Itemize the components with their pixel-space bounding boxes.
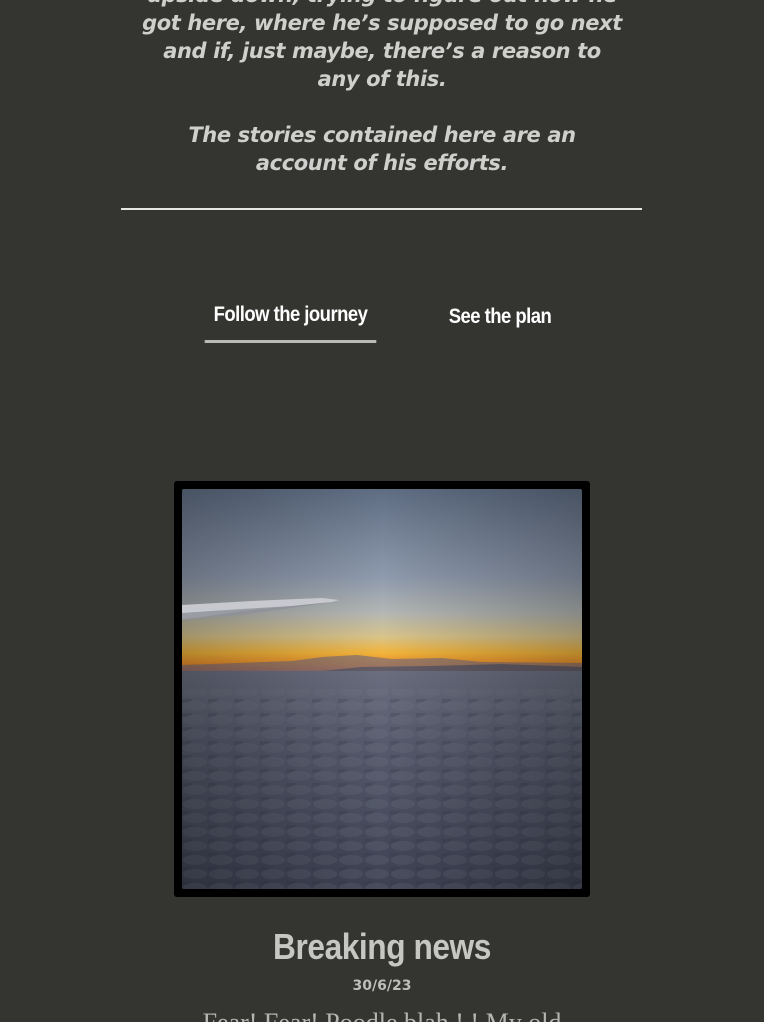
intro-line: any of this.: [317, 67, 447, 91]
content-tabs: Follow the journey See the plan: [0, 296, 764, 346]
intro-line: got here, where he’s supposed to go next: [142, 11, 622, 35]
intro-spacer: [0, 93, 764, 121]
tab-see-the-plan[interactable]: See the plan: [430, 296, 571, 340]
post-image-link[interactable]: [174, 481, 590, 897]
post-image: [182, 489, 582, 889]
intro-line: and if, just maybe, there’s a reason to: [163, 39, 601, 63]
post-date: 30/6/23: [352, 978, 412, 994]
intro-closing-line: The stories contained here are an: [188, 123, 576, 147]
tab-follow-the-journey[interactable]: Follow the journey: [204, 296, 377, 343]
post-title[interactable]: Breaking news: [46, 922, 718, 972]
post-excerpt: Fear! Fear! Poodle blah ! ! My old: [0, 1006, 764, 1022]
intro-closing-line: account of his efforts.: [255, 151, 509, 175]
section-divider: [121, 208, 642, 210]
intro-text: upside down, trying to figure out how he…: [0, 0, 764, 177]
intro-line: upside down, trying to figure out how he: [0, 0, 764, 9]
